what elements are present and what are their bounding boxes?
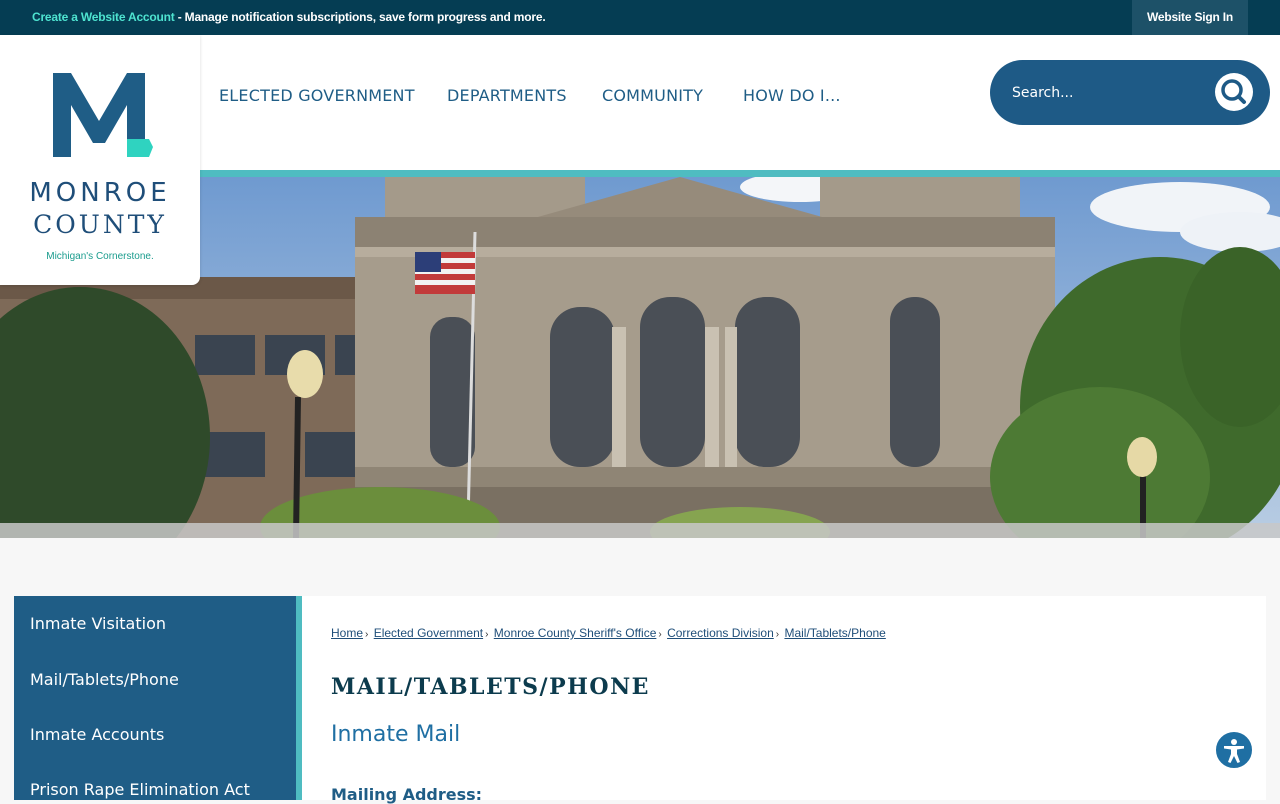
breadcrumb-mail-tablets-phone[interactable]: Mail/Tablets/Phone [784, 626, 885, 640]
create-account-link[interactable]: Create a Website Account [32, 10, 175, 24]
accessibility-button[interactable] [1214, 730, 1254, 770]
logo-wordmark-monroe: MONROE [29, 178, 171, 208]
header-accent-line [200, 170, 1280, 177]
hero-bottom-strip [0, 523, 1280, 538]
search-bar [990, 60, 1270, 125]
nav-community[interactable]: COMMUNITY [602, 86, 703, 105]
breadcrumb-separator: › [658, 629, 662, 640]
nav-elected-government[interactable]: ELECTED GOVERNMENT [219, 86, 415, 105]
monroe-m-logo-icon [53, 73, 153, 157]
breadcrumb-separator: › [775, 629, 780, 640]
breadcrumb-separator: › [365, 629, 369, 640]
account-promo-text: - Manage notification subscriptions, sav… [174, 10, 546, 24]
logo-tagline: Michigan's Cornerstone. [46, 251, 154, 262]
top-bar: Create a Website Account - Manage notifi… [0, 0, 1280, 35]
page-title: MAIL/TABLETS/PHONE [331, 674, 650, 700]
sidebar-item-mail-tablets-phone[interactable]: Mail/Tablets/Phone [30, 670, 179, 689]
breadcrumb-elected-government[interactable]: Elected Government [374, 626, 483, 640]
section-heading-inmate-mail: Inmate Mail [331, 722, 461, 747]
mailing-address-label: Mailing Address: [331, 785, 483, 804]
sidebar-item-prea[interactable]: Prison Rape Elimination Act [30, 780, 250, 799]
breadcrumb: Home › Elected Government › Monroe County … [331, 626, 886, 640]
nav-departments[interactable]: DEPARTMENTS [447, 86, 567, 105]
sidebar-item-inmate-accounts[interactable]: Inmate Accounts [30, 725, 164, 744]
breadcrumb-separator: › [485, 629, 489, 640]
section-sidebar: Inmate Visitation Mail/Tablets/Phone Inm… [14, 596, 296, 800]
website-sign-in-button[interactable]: Website Sign In [1132, 0, 1248, 35]
nav-how-do-i[interactable]: HOW DO I... [743, 86, 841, 105]
account-promo: Create a Website Account - Manage notifi… [32, 10, 546, 24]
search-icon [1221, 79, 1246, 104]
search-button[interactable] [1215, 73, 1253, 111]
sidebar-item-inmate-visitation[interactable]: Inmate Visitation [30, 614, 166, 633]
accessibility-icon [1224, 739, 1244, 763]
logo-wordmark-county: COUNTY [33, 210, 167, 239]
breadcrumb-corrections-division[interactable]: Corrections Division [667, 626, 774, 640]
breadcrumb-home[interactable]: Home [331, 626, 363, 640]
site-logo[interactable]: MONROE COUNTY Michigan's Cornerstone. [0, 35, 200, 285]
main-content: Home › Elected Government › Monroe County … [302, 596, 1266, 804]
breadcrumb-sheriffs-office[interactable]: Monroe County Sheriff's Office [494, 626, 657, 640]
search-input[interactable] [1010, 80, 1194, 106]
